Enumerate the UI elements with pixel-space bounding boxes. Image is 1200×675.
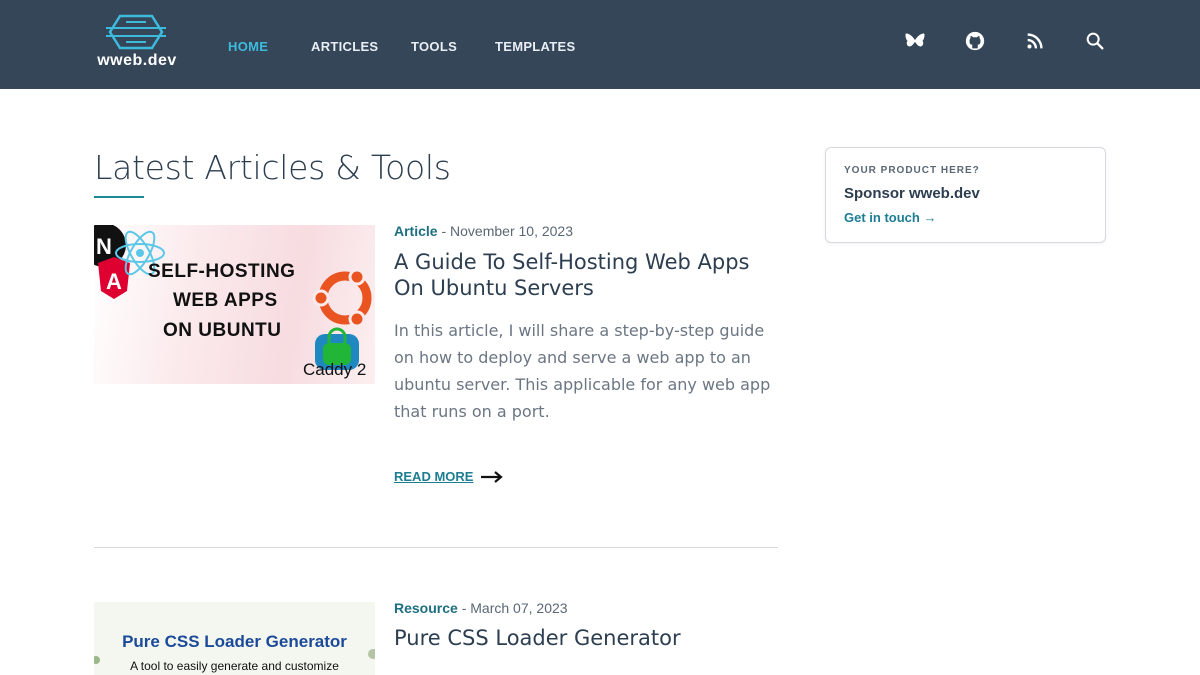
article-meta: Resource - March 07, 2023 <box>394 600 568 616</box>
article-thumbnail[interactable]: Pure CSS Loader Generator A tool to easi… <box>94 602 375 675</box>
read-more-label: READ MORE <box>394 469 474 484</box>
meta-separator: - <box>457 600 471 616</box>
sponsor-label: YOUR PRODUCT HERE? <box>844 165 980 176</box>
sponsor-title: Sponsor wweb.dev <box>844 185 980 202</box>
read-more-link[interactable]: READ MORE <box>394 469 504 484</box>
article-title[interactable]: A Guide To Self-Hosting Web Apps On Ubun… <box>394 249 784 301</box>
github-icon[interactable] <box>964 30 986 52</box>
nav-home[interactable]: HOME <box>228 39 268 54</box>
article-thumbnail[interactable]: N A SELF-HOSTING WEB APPS ON UBUNTU Cadd… <box>94 225 375 384</box>
logo-text: wweb.dev <box>97 52 177 69</box>
meta-separator: - <box>437 223 451 239</box>
rss-icon[interactable] <box>1024 30 1046 52</box>
logo-icon <box>106 14 166 50</box>
thumbnail-text-2: WEB APPS <box>173 290 278 311</box>
nav-tools[interactable]: TOOLS <box>411 39 457 54</box>
nav-templates[interactable]: TEMPLATES <box>495 39 575 54</box>
nav-articles[interactable]: ARTICLES <box>311 39 378 54</box>
sponsor-box: YOUR PRODUCT HERE? Sponsor wweb.dev Get … <box>825 147 1106 243</box>
thumbnail-text-1: SELF-HOSTING <box>148 261 296 282</box>
article-category[interactable]: Resource <box>394 600 458 616</box>
article-category[interactable]: Article <box>394 223 438 239</box>
svg-text:A: A <box>106 269 122 294</box>
article-meta: Article - November 10, 2023 <box>394 223 573 239</box>
get-in-touch-link[interactable]: Get in touch → <box>844 210 936 225</box>
site-logo[interactable]: wweb.dev <box>94 12 180 72</box>
article-date: March 07, 2023 <box>470 600 568 616</box>
article-divider <box>94 547 778 548</box>
title-underline <box>94 196 144 198</box>
butterfly-icon[interactable] <box>904 30 926 52</box>
arrow-right-icon <box>481 470 504 483</box>
thumbnail-text-3: ON UBUNTU <box>163 320 282 341</box>
page-title: Latest Articles & Tools <box>94 148 451 187</box>
article-title[interactable]: Pure CSS Loader Generator <box>394 625 784 651</box>
search-icon[interactable] <box>1084 30 1106 52</box>
site-header: wweb.dev HOME ARTICLES TOOLS TEMPLATES <box>0 0 1200 89</box>
article-date: November 10, 2023 <box>450 223 573 239</box>
article-description: In this article, I will share a step-by-… <box>394 321 771 421</box>
thumbnail-dots-icon <box>94 649 375 664</box>
svg-text:N: N <box>96 234 112 259</box>
thumbnail-text-4: Caddy 2 <box>303 360 367 379</box>
